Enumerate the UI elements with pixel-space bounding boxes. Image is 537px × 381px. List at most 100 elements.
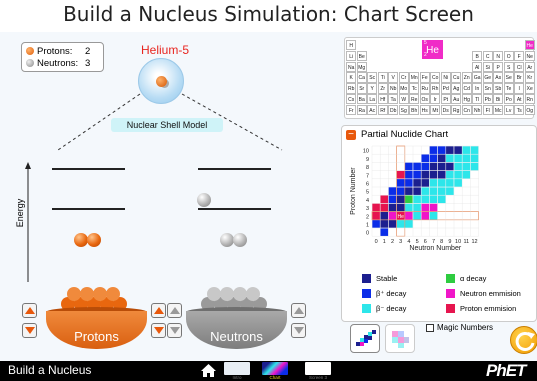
x-tick-label: 11 (463, 239, 469, 245)
magic-numbers-label: Magic Numbers (437, 323, 494, 332)
legend-item: Proton emmision (446, 304, 516, 313)
nuclide-cell (396, 219, 406, 229)
nuclide-cell (437, 153, 447, 163)
selected-mass-number: 5 (424, 40, 427, 46)
legend-swatch (446, 304, 455, 313)
nuclide-cell (412, 178, 422, 188)
element-cell-o: O (503, 50, 514, 62)
neutron-decrease-button[interactable] (291, 323, 306, 338)
nuclide-cell (437, 162, 447, 171)
nuclide-cell (429, 194, 438, 204)
collapse-button[interactable]: − (346, 129, 356, 140)
nuclide-cell (388, 186, 397, 196)
y-tick-label: 8 (366, 165, 369, 171)
reset-all-button[interactable] (510, 326, 537, 354)
down-arrow-icon (169, 327, 180, 334)
phet-logo[interactable]: PhET (486, 361, 526, 381)
up-arrow-icon (24, 307, 35, 314)
current-nuclide-label: He (397, 214, 404, 220)
nuclide-chart-header: − Partial Nuclide Chart (346, 129, 448, 140)
nucleon-pair-decrease-left[interactable] (151, 323, 166, 338)
screen-tab-chart[interactable]: Chart (260, 362, 290, 380)
element-cell-bi: Bi (493, 94, 504, 105)
neutron-increase-button[interactable] (291, 303, 306, 318)
element-cell-se: Se (503, 72, 514, 83)
nuclide-cell (429, 170, 438, 180)
element-cell-mt: Mt (430, 104, 441, 116)
nuclide-cell (379, 203, 389, 212)
nucleon-pair-increase-right[interactable] (167, 303, 182, 318)
sim-title: Build a Nucleus (8, 363, 92, 377)
nuclide-cell (470, 162, 479, 171)
nuclide-cell (437, 186, 447, 196)
nuclide-cell (404, 194, 414, 204)
legend-label: β⁺ decay (376, 289, 407, 298)
element-cell-v: V (388, 72, 399, 83)
proton-particle[interactable] (74, 233, 88, 247)
nuclide-cell (429, 153, 438, 163)
proton-particle[interactable] (87, 233, 101, 247)
nuclide-cell (396, 170, 406, 180)
nuclide-cell (379, 194, 389, 204)
neutron-particle[interactable] (220, 233, 234, 247)
reset-icon (515, 331, 535, 351)
element-cell-pd: Pd (440, 83, 451, 94)
neutrons-count-value: 3 (85, 57, 91, 69)
home-button[interactable] (200, 362, 217, 379)
protons-count-label: Protons: (37, 45, 73, 57)
element-cell-cr: Cr (398, 72, 409, 83)
neutron-particle[interactable] (233, 233, 247, 247)
element-cell-he: He (524, 40, 535, 51)
nuclide-cell (379, 211, 389, 221)
element-cell-ca: Ca (356, 72, 367, 83)
zoomed-chart-view-button[interactable] (385, 324, 415, 353)
nuclide-cell (429, 145, 438, 155)
down-arrow-icon (153, 327, 164, 334)
proton-decrease-button[interactable] (22, 323, 37, 338)
screen-tab-screen3[interactable]: Screen 3 (303, 362, 333, 380)
magic-numbers-checkbox[interactable]: Magic Numbers (426, 323, 493, 332)
nuclide-cell (420, 211, 430, 221)
element-cell-ba: Ba (356, 94, 367, 105)
legend-swatch (446, 289, 455, 298)
x-tick-label: 12 (471, 239, 477, 245)
nucleus-icon (156, 76, 167, 87)
legend-swatch (362, 289, 371, 298)
element-cell-ru: Ru (419, 83, 430, 94)
neutron-particle[interactable] (197, 193, 211, 207)
proton-increase-button[interactable] (22, 303, 37, 318)
nuclide-cell (429, 211, 438, 221)
neutron-level-2 (198, 208, 271, 210)
nucleon-pair-decrease-right[interactable] (167, 323, 182, 338)
nuclide-cell (453, 145, 463, 155)
element-cell-kr: Kr (524, 72, 535, 83)
element-cell-tl: Tl (472, 94, 483, 105)
down-arrow-icon (293, 327, 304, 334)
nuclide-cell (429, 203, 438, 212)
element-cell-nh: Nh (472, 104, 483, 116)
element-cell-hg: Hg (461, 94, 472, 105)
nuclide-cell (461, 145, 471, 155)
element-cell-ds: Ds (440, 104, 451, 116)
element-cell-nb: Nb (388, 83, 399, 94)
nuclide-cell (412, 170, 422, 180)
element-cell-zr: Zr (377, 83, 388, 94)
nuclide-cell (396, 203, 406, 212)
nuclide-cell (429, 162, 438, 171)
element-cell-ag: Ag (451, 83, 462, 94)
element-cell-ni: Ni (440, 72, 451, 83)
nucleon-pair-increase-left[interactable] (151, 303, 166, 318)
nuclide-cell (379, 219, 389, 229)
element-cell-mn: Mn (409, 72, 420, 83)
nuclide-cell (445, 170, 455, 180)
nuclide-cell (437, 194, 447, 204)
neutron-bucket-label: Neutrons (210, 329, 263, 344)
nuclide-cell (404, 170, 414, 180)
down-arrow-icon (24, 327, 35, 334)
element-cell-rg: Rg (451, 104, 462, 116)
y-tick-label: 10 (363, 149, 369, 155)
legend-item: β⁻ decay (362, 304, 406, 313)
screen-tab-intro[interactable]: Intro (222, 362, 252, 380)
legend-item: α decay (446, 274, 486, 283)
partial-chart-view-button[interactable] (350, 324, 380, 353)
